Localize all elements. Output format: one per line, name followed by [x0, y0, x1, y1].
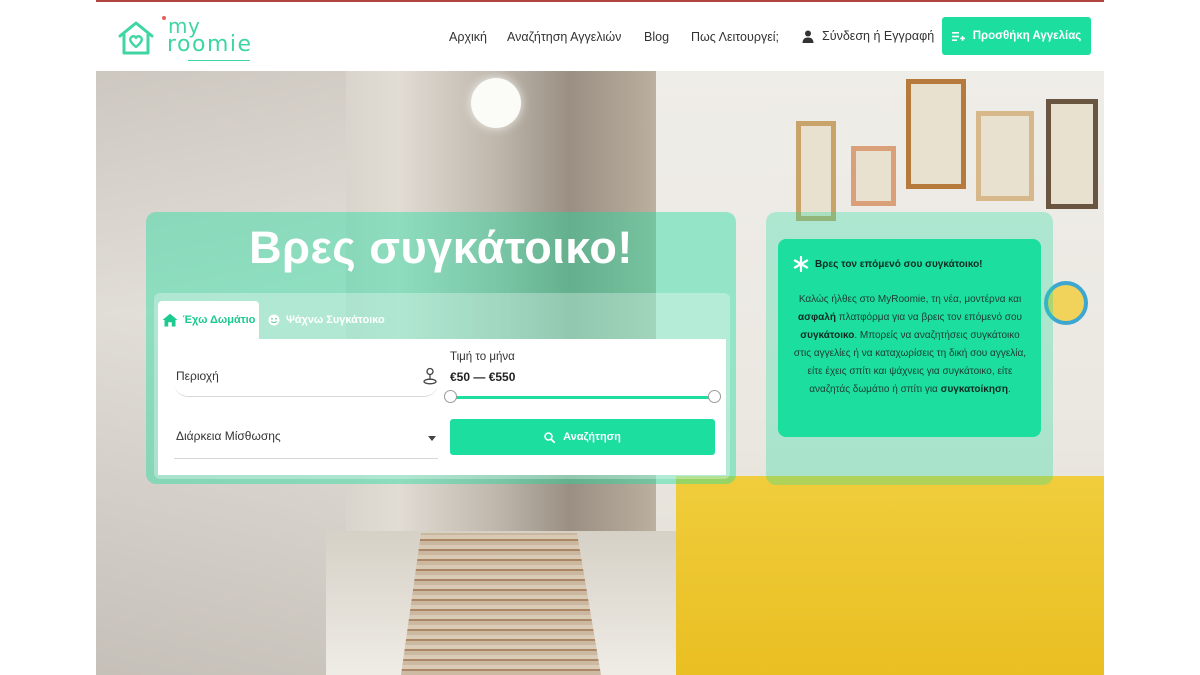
tab-looking-roommate-label: Ψάχνω Συγκάτοικο — [286, 314, 385, 326]
browser-viewport: my roomie Αρχική Αναζήτηση Αγγελιών Blog… — [96, 2, 1104, 675]
lease-duration-select[interactable]: Διάρκεια Μίσθωσης — [174, 417, 438, 459]
search-button-label: Αναζήτηση — [563, 431, 621, 443]
hero-background-frame — [976, 111, 1034, 201]
info-body-text: . — [1007, 384, 1011, 395]
info-body-bold-roommate: συγκάτοικο — [800, 330, 855, 341]
tab-have-room-label: Έχω Δωμάτιο — [182, 314, 256, 326]
area-input[interactable]: Περιοχή — [174, 357, 438, 397]
price-slider-min-handle[interactable] — [444, 390, 457, 403]
asterisk-icon — [793, 256, 809, 272]
site-header: my roomie Αρχική Αναζήτηση Αγγελιών Blog… — [96, 2, 1104, 71]
nav-how-it-works[interactable]: Πως Λειτουργεί; — [691, 30, 779, 44]
info-body-bold-safe: ασφαλή — [797, 312, 836, 323]
hero-title: Βρες συγκάτοικο! — [249, 222, 633, 273]
price-value: €50 — €550 — [450, 370, 516, 384]
hero-background-frame — [1046, 99, 1098, 209]
list-plus-icon — [951, 31, 965, 41]
nav-search-listings[interactable]: Αναζήτηση Αγγελιών — [507, 30, 621, 44]
hero-background-frame — [796, 121, 836, 221]
info-body: Καλώς ήλθες στο MyRoomie, τη νέα, μοντέρ… — [792, 291, 1028, 399]
lease-duration-label: Διάρκεια Μίσθωσης — [176, 429, 281, 443]
nav-home[interactable]: Αρχική — [449, 30, 487, 44]
search-box: Έχω Δωμάτιο Ψάχνω Συγκάτοικο Περιοχή Τιμ… — [154, 293, 730, 479]
logo-dot — [162, 16, 166, 20]
info-body-text: πλατφόρμα για να βρεις τον επόμενό σου — [835, 312, 1023, 323]
login-link[interactable]: Σύνδεση ή Εγγραφή — [802, 29, 934, 43]
hero-background-lamp — [471, 78, 521, 128]
user-icon — [802, 30, 814, 43]
home-icon — [162, 313, 178, 327]
search-icon — [544, 431, 556, 443]
page: my roomie Αρχική Αναζήτηση Αγγελιών Blog… — [0, 0, 1200, 675]
login-label: Σύνδεση ή Εγγραφή — [822, 29, 935, 43]
chevron-down-icon — [428, 436, 436, 441]
price-label: Τιμή το μήνα — [450, 351, 515, 363]
info-heading-text: Βρες τον επόμενό σου συγκάτοικο! — [815, 258, 983, 270]
hero-background-yellow-wall — [676, 476, 1104, 675]
logo-underline — [188, 60, 250, 61]
location-pin-icon — [423, 367, 437, 385]
tab-have-room[interactable]: Έχω Δωμάτιο — [158, 301, 259, 339]
info-card: Βρες τον επόμενό σου συγκάτοικο! Καλώς ή… — [778, 239, 1041, 437]
add-listing-label: Προσθήκη Αγγελίας — [972, 30, 1082, 42]
hero-background-frame — [906, 79, 966, 189]
info-body-bold-cohabitation: συγκατοίκηση — [940, 384, 1008, 395]
area-input-label: Περιοχή — [176, 369, 219, 383]
hero-background-rug — [401, 533, 601, 675]
add-listing-button[interactable]: Προσθήκη Αγγελίας — [942, 17, 1091, 55]
price-slider-track[interactable] — [450, 396, 714, 399]
tab-looking-roommate[interactable]: Ψάχνω Συγκάτοικο — [268, 301, 388, 339]
info-body-text: Καλώς ήλθες στο MyRoomie, τη νέα, μοντέρ… — [798, 294, 1022, 305]
hero-search-panel: Βρες συγκάτοικο! Έχω Δωμάτιο Ψάχνω Συγκά… — [146, 212, 736, 484]
nav-blog[interactable]: Blog — [644, 30, 669, 44]
logo-text-roomie: roomie — [167, 32, 253, 57]
logo[interactable]: my roomie — [116, 14, 266, 62]
hero-section: Βρες συγκάτοικο! Έχω Δωμάτιο Ψάχνω Συγκά… — [96, 71, 1104, 675]
search-button[interactable]: Αναζήτηση — [450, 419, 715, 455]
house-heart-icon — [118, 21, 154, 55]
smile-icon — [268, 314, 280, 326]
search-form: Περιοχή Τιμή το μήνα €50 — €550 Διάρκεια… — [158, 339, 726, 475]
price-slider-max-handle[interactable] — [708, 390, 721, 403]
hero-background-frame — [851, 146, 896, 206]
info-heading: Βρες τον επόμενό σου συγκάτοικο! — [793, 256, 983, 272]
